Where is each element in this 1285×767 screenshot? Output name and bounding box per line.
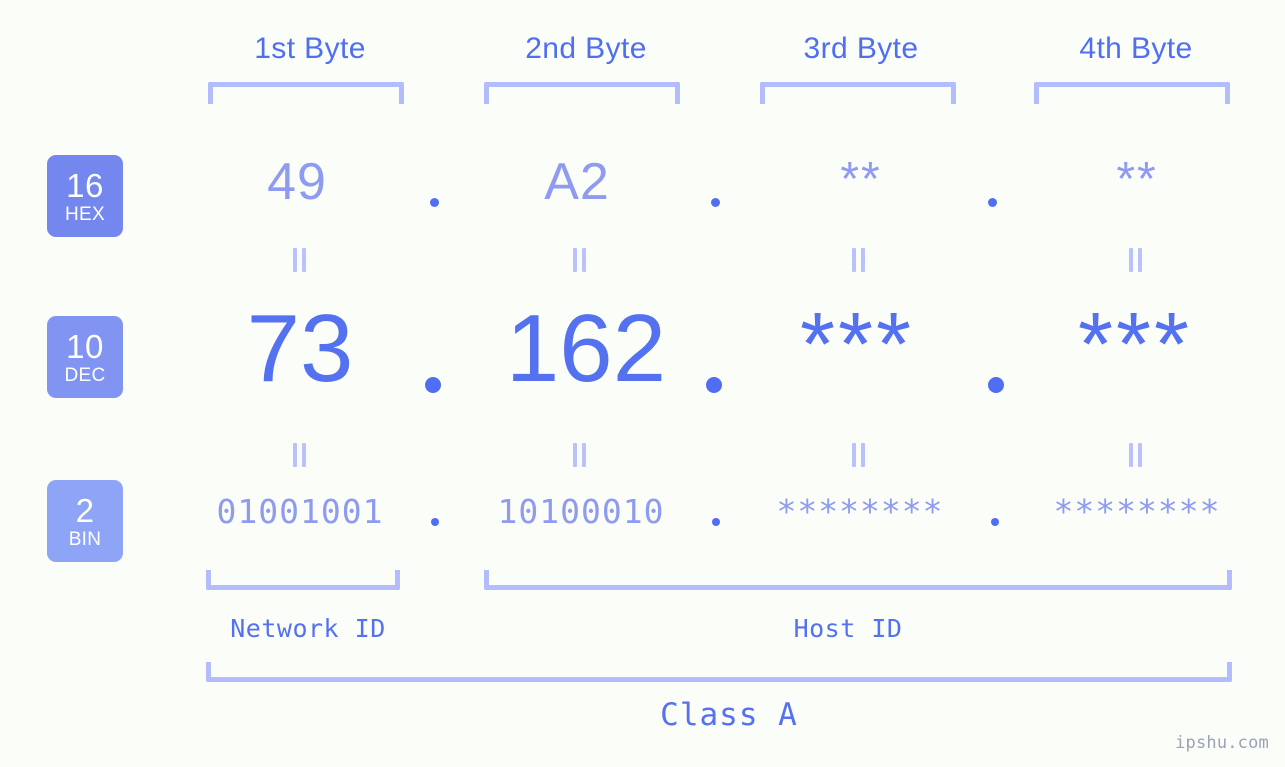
network-id-bracket	[206, 570, 400, 590]
ip-address-breakdown-diagram: 1st Byte 2nd Byte 3rd Byte 4th Byte 16 H…	[0, 0, 1285, 767]
radix-badge-hex: 16 HEX	[47, 155, 123, 237]
bin-separator-dot-2	[712, 518, 720, 526]
equals-connector-hex-dec-2	[573, 248, 587, 272]
byte-bracket-4	[1034, 82, 1230, 104]
hex-separator-dot-3	[988, 198, 997, 207]
equals-connector-dec-bin-2	[573, 443, 587, 467]
equals-connector-dec-bin-1	[293, 443, 307, 467]
radix-badge-hex-number: 16	[66, 166, 104, 204]
dec-octet-1: 73	[246, 295, 354, 402]
hex-separator-dot-2	[711, 198, 720, 207]
radix-badge-hex-label: HEX	[65, 203, 105, 225]
byte-bracket-3	[760, 82, 956, 104]
radix-badge-bin: 2 BIN	[47, 480, 123, 562]
hex-octet-2: A2	[544, 153, 610, 211]
byte-bracket-2	[484, 82, 680, 104]
class-bracket	[206, 662, 1232, 682]
hex-octet-1: 49	[267, 153, 327, 211]
radix-badge-bin-number: 2	[75, 491, 95, 529]
dec-separator-dot-1	[425, 377, 441, 393]
equals-connector-hex-dec-3	[852, 248, 866, 272]
equals-connector-hex-dec-1	[293, 248, 307, 272]
dec-octet-4: ***	[1077, 295, 1193, 395]
radix-badge-dec-number: 10	[66, 327, 104, 365]
equals-connector-dec-bin-4	[1129, 443, 1143, 467]
network-id-label: Network ID	[230, 614, 386, 643]
byte-header-3: 3rd Byte	[803, 32, 919, 65]
class-label: Class A	[660, 697, 798, 733]
bin-octet-1: 01001001	[216, 492, 384, 531]
bin-separator-dot-1	[431, 518, 439, 526]
dec-octet-3: ***	[799, 295, 915, 395]
byte-header-4: 4th Byte	[1079, 32, 1193, 65]
byte-header-1: 1st Byte	[254, 32, 366, 65]
equals-connector-dec-bin-3	[852, 443, 866, 467]
hex-separator-dot-1	[430, 198, 439, 207]
bin-octet-4: ********	[1053, 492, 1221, 531]
dec-separator-dot-2	[706, 377, 722, 393]
dec-octet-2: 162	[505, 295, 667, 402]
bin-octet-3: ********	[776, 492, 944, 531]
hex-octet-3: **	[840, 153, 882, 206]
dec-separator-dot-3	[988, 377, 1004, 393]
radix-badge-dec: 10 DEC	[47, 316, 123, 398]
site-watermark: ipshu.com	[1175, 733, 1269, 753]
host-id-bracket	[484, 570, 1232, 590]
radix-badge-dec-label: DEC	[64, 364, 106, 386]
radix-badge-bin-label: BIN	[68, 528, 102, 550]
equals-connector-hex-dec-4	[1129, 248, 1143, 272]
hex-octet-4: **	[1116, 153, 1158, 206]
byte-bracket-1	[208, 82, 404, 104]
host-id-label: Host ID	[793, 614, 903, 643]
bin-separator-dot-3	[991, 518, 999, 526]
byte-header-2: 2nd Byte	[525, 32, 647, 65]
bin-octet-2: 10100010	[497, 492, 665, 531]
